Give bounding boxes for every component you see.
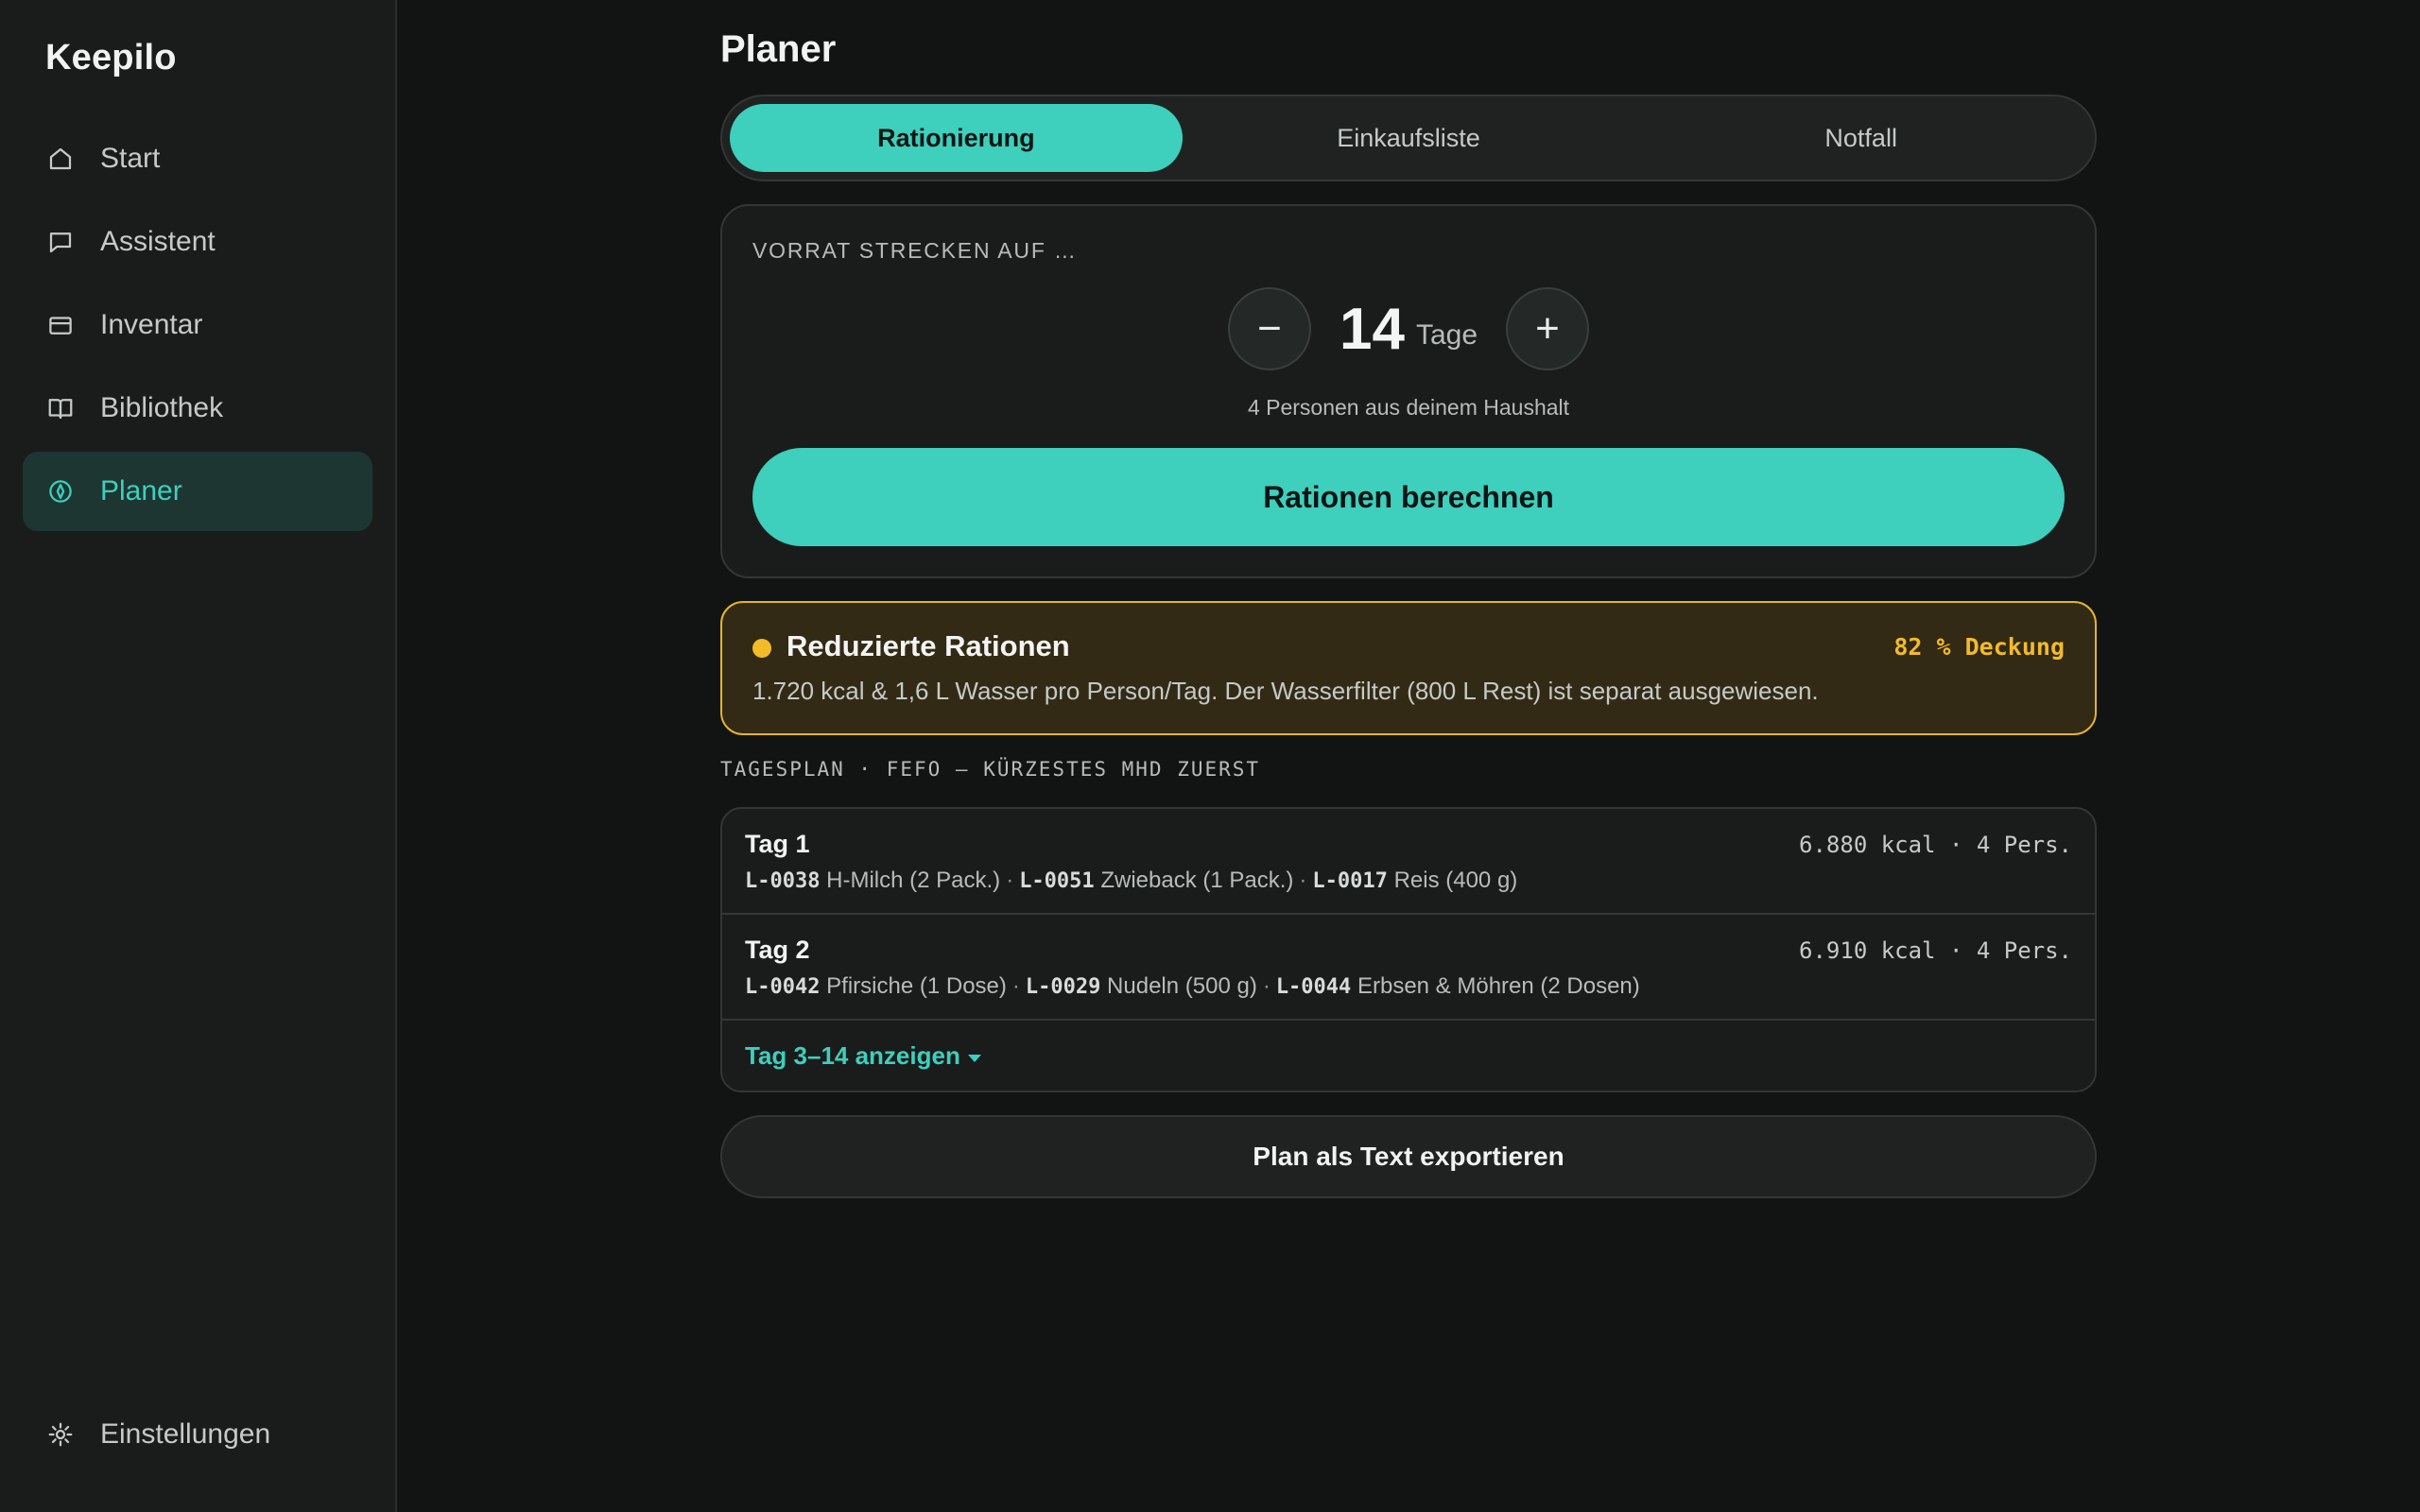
increase-days-button[interactable]: + — [1506, 287, 1590, 370]
rationing-card: VORRAT STRECKEN AUF … − 14 Tage + 4 Pers… — [720, 204, 2097, 578]
household-info: 4 Personen aus deinem Haushalt — [1247, 395, 1570, 420]
sidebar-item-label: Inventar — [100, 309, 203, 340]
main-content: Planer Rationierung Einkaufsliste Notfal… — [397, 0, 2420, 1512]
sidebar-item-planer[interactable]: Planer — [23, 452, 372, 531]
book-icon — [45, 393, 76, 423]
reduced-rations-alert: Reduzierte Rationen 82 % Deckung 1.720 k… — [720, 601, 2097, 735]
sidebar-item-label: Bibliothek — [100, 392, 224, 423]
sidebar-item-label: Einstellungen — [100, 1418, 271, 1450]
caret-down-icon — [967, 1054, 981, 1062]
sidebar-item-label: Assistent — [100, 226, 216, 257]
calculate-rations-button[interactable]: Rationen berechnen — [752, 448, 2065, 546]
chat-icon — [45, 227, 76, 257]
day-plan-list: Tag 1 6.880 kcal · 4 Pers. L-0038 H-Milc… — [720, 807, 2097, 1092]
tab-notfall[interactable]: Notfall — [1634, 104, 2087, 172]
page-title: Planer — [720, 28, 837, 70]
export-plan-button[interactable]: Plan als Text exportieren — [720, 1115, 2097, 1198]
tab-einkaufsliste[interactable]: Einkaufsliste — [1183, 104, 1635, 172]
item-code: L-0042 — [745, 975, 821, 999]
planner-icon — [45, 476, 76, 507]
sidebar-bottom: Einstellungen — [23, 1395, 372, 1478]
days-stepper: − 14 Tage + — [722, 287, 2095, 370]
item-code: L-0051 — [1019, 869, 1095, 893]
day-items: L-0042 Pfirsiche (1 Dose) · L-0029 Nudeln … — [745, 973, 1640, 999]
sidebar-item-inventar[interactable]: Inventar — [23, 285, 372, 365]
decrease-days-button[interactable]: − — [1227, 287, 1311, 370]
show-more-label: Tag 3–14 anzeigen — [745, 1041, 960, 1070]
brand-logo: Keepilo — [45, 38, 177, 77]
item-code: L-0017 — [1312, 869, 1388, 893]
item-code: L-0029 — [1025, 975, 1101, 999]
sidebar-nav: Start Assistent Inventar Bibliothek Plan… — [23, 119, 372, 535]
sidebar-item-label: Start — [100, 143, 161, 174]
tab-rationierung[interactable]: Rationierung — [730, 104, 1183, 172]
tab-bar: Rationierung Einkaufsliste Notfall — [720, 94, 2097, 181]
day-plan-heading: TAGESPLAN · FEFO — KÜRZESTES MHD ZUERST — [720, 758, 1261, 781]
day-name: Tag 2 — [745, 936, 810, 964]
item-text: Reis (400 g) — [1393, 868, 1518, 893]
gear-icon — [45, 1419, 76, 1450]
alert-description: 1.720 kcal & 1,6 L Wasser pro Person/Tag… — [752, 677, 1819, 705]
sidebar: Keepilo Start Assistent Inventar Bibliot… — [0, 0, 397, 1512]
warning-dot-icon — [752, 639, 771, 658]
days-value: 14 — [1339, 296, 1405, 362]
day-items: L-0038 H-Milch (2 Pack.) · L-0051 Zwieback… — [745, 868, 1518, 893]
alert-title: Reduzierte Rationen — [786, 629, 1070, 662]
sidebar-item-label: Planer — [100, 475, 182, 507]
item-text: Zwieback (1 Pack.) — [1100, 868, 1294, 893]
sidebar-item-assistent[interactable]: Assistent — [23, 202, 372, 282]
item-text: Erbsen & Möhren (2 Dosen) — [1357, 973, 1640, 999]
item-text: Nudeln (500 g) — [1107, 973, 1257, 999]
item-code: L-0038 — [745, 869, 821, 893]
home-icon — [45, 144, 76, 174]
sidebar-item-einstellungen[interactable]: Einstellungen — [23, 1395, 372, 1474]
coverage-badge: 82 % Deckung — [1893, 633, 2065, 661]
day-calories: 6.910 kcal · 4 Pers. — [1799, 937, 2072, 964]
item-code: L-0044 — [1275, 975, 1352, 999]
days-unit: Tage — [1415, 319, 1478, 351]
day-name: Tag 1 — [745, 830, 810, 858]
show-more-days-link[interactable]: Tag 3–14 anzeigen — [745, 1041, 981, 1071]
list-item: Tag 2 6.910 kcal · 4 Pers. L-0042 Pfirsi… — [722, 915, 2095, 1021]
sidebar-item-bibliothek[interactable]: Bibliothek — [23, 369, 372, 448]
sidebar-item-start[interactable]: Start — [23, 119, 372, 198]
item-text: H-Milch (2 Pack.) — [826, 868, 1001, 893]
stretch-supply-label: VORRAT STRECKEN AUF … — [752, 238, 1078, 263]
list-item: Tag 1 6.880 kcal · 4 Pers. L-0038 H-Milc… — [722, 809, 2095, 915]
day-calories: 6.880 kcal · 4 Pers. — [1799, 832, 2072, 858]
item-text: Pfirsiche (1 Dose) — [826, 973, 1007, 999]
inventory-icon — [45, 310, 76, 340]
app: Keepilo Start Assistent Inventar Bibliot… — [0, 0, 2420, 1512]
